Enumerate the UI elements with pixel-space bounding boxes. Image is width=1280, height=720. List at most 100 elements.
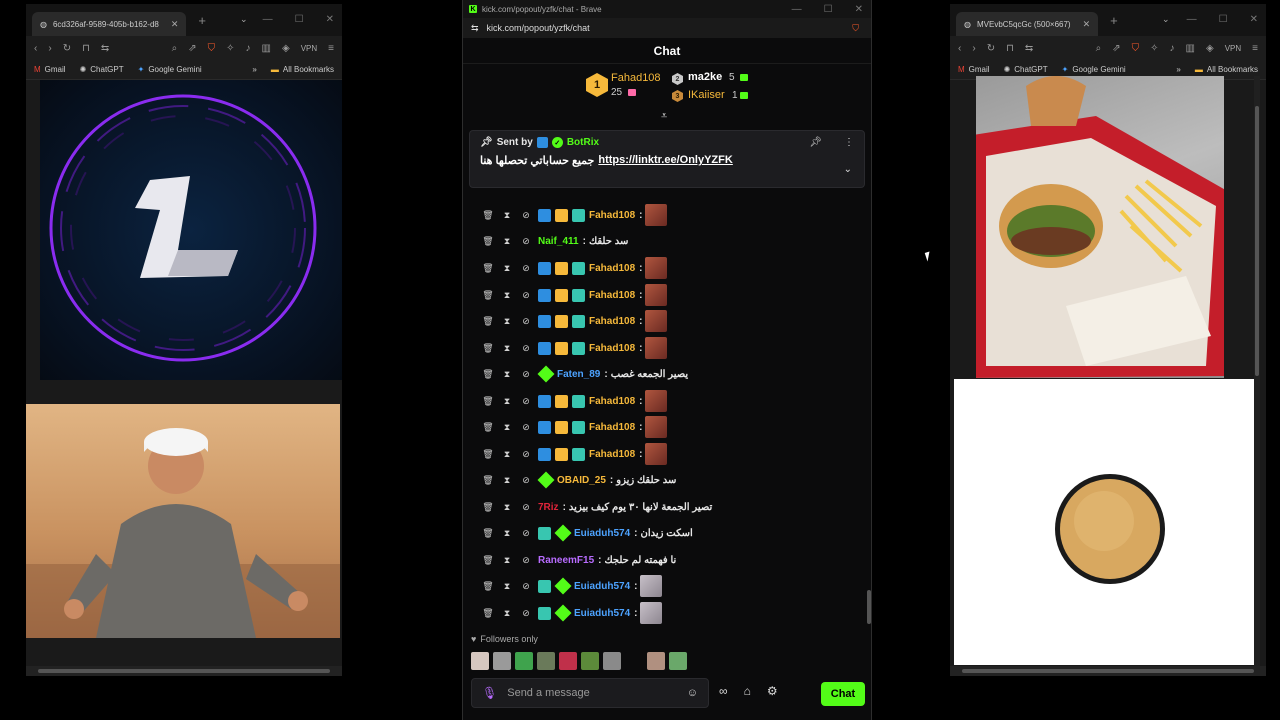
ban-icon[interactable]: ⊘ xyxy=(519,236,533,247)
bookmark-icon[interactable]: ⊓ xyxy=(82,43,90,54)
maximize-icon[interactable]: ☐ xyxy=(295,14,304,25)
emote-image[interactable] xyxy=(645,310,668,332)
chat-username[interactable]: Fahad108 xyxy=(589,449,635,460)
back-icon[interactable]: ‹ xyxy=(34,43,37,54)
emote-item[interactable] xyxy=(537,652,555,670)
emote-item[interactable] xyxy=(515,652,533,670)
extensions-icon[interactable]: ✧ xyxy=(1150,43,1158,54)
emote-item[interactable] xyxy=(669,652,687,670)
trash-icon[interactable]: 🗑︎ xyxy=(481,528,495,539)
forward-icon[interactable]: › xyxy=(48,43,51,54)
timeout-icon[interactable]: ⧗ xyxy=(500,396,514,407)
all-bookmarks[interactable]: ▬ All Bookmarks xyxy=(271,65,334,74)
vertical-scrollbar[interactable] xyxy=(1254,76,1260,666)
leader-3-name[interactable]: IKaiiser xyxy=(688,89,725,101)
trash-icon[interactable]: 🗑︎ xyxy=(481,236,495,247)
bookmark-gemini[interactable]: ✦ Google Gemini xyxy=(1062,65,1126,74)
chat-username[interactable]: Fahad108 xyxy=(589,422,635,433)
ban-icon[interactable]: ⊘ xyxy=(519,555,533,566)
timeout-icon[interactable]: ⧗ xyxy=(500,528,514,539)
brave-shield-icon[interactable]: ⛉ xyxy=(208,43,216,54)
ban-icon[interactable]: ⊘ xyxy=(519,608,533,619)
leader-1-name[interactable]: Fahad108 xyxy=(611,72,661,84)
timeout-icon[interactable]: ⧗ xyxy=(500,263,514,274)
minimize-icon[interactable]: — xyxy=(1187,14,1197,25)
bookmark-gmail[interactable]: M Gmail xyxy=(958,65,990,74)
pinned-link[interactable]: https://linktr.ee/OnlyYZFK xyxy=(598,154,732,167)
emote-image[interactable] xyxy=(645,204,668,226)
ban-icon[interactable]: ⊘ xyxy=(519,449,533,460)
chevron-down-icon[interactable]: ⌄ xyxy=(240,14,248,25)
ban-icon[interactable]: ⊘ xyxy=(519,369,533,380)
brave-shield-icon[interactable]: ⛉ xyxy=(1132,43,1140,54)
back-icon[interactable]: ‹ xyxy=(958,43,961,54)
extensions-icon[interactable]: ✧ xyxy=(226,43,234,54)
menu-icon[interactable]: ≡ xyxy=(1252,43,1258,54)
chat-username[interactable]: 7Riz xyxy=(538,502,559,513)
timeout-icon[interactable]: ⧗ xyxy=(500,290,514,301)
store-icon[interactable]: ⌂ xyxy=(744,684,751,698)
chat-username[interactable]: Fahad108 xyxy=(589,316,635,327)
chat-username[interactable]: OBAID_25 xyxy=(557,475,606,486)
close-window-icon[interactable]: ✕ xyxy=(326,14,334,25)
more-bookmarks-icon[interactable]: » xyxy=(252,65,256,74)
emote-image[interactable] xyxy=(645,443,668,465)
close-tab-icon[interactable]: ✕ xyxy=(171,19,179,30)
more-bookmarks-icon[interactable]: » xyxy=(1176,65,1180,74)
emote-image[interactable] xyxy=(645,416,668,438)
emote-image[interactable] xyxy=(645,284,668,306)
timeout-icon[interactable]: ⧗ xyxy=(500,449,514,460)
trash-icon[interactable]: 🗑︎ xyxy=(481,210,495,221)
trash-icon[interactable]: 🗑︎ xyxy=(481,581,495,592)
chat-username[interactable]: Faten_89 xyxy=(557,369,600,380)
ban-icon[interactable]: ⊘ xyxy=(519,396,533,407)
bookmark-chatgpt[interactable]: ✺ ChatGPT xyxy=(1004,65,1048,74)
collapse-icon[interactable]: ⩡ xyxy=(661,110,667,123)
ban-icon[interactable]: ⊘ xyxy=(519,343,533,354)
ban-icon[interactable]: ⊘ xyxy=(519,210,533,221)
chat-username[interactable]: Fahad108 xyxy=(589,210,635,221)
message-input[interactable] xyxy=(507,687,677,699)
ban-icon[interactable]: ⊘ xyxy=(519,475,533,486)
emote-image[interactable] xyxy=(645,257,668,279)
bookmark-gemini[interactable]: ✦ Google Gemini xyxy=(138,65,202,74)
scrollbar-thumb[interactable] xyxy=(1255,106,1259,376)
leader-2-name[interactable]: ma2ke xyxy=(688,71,722,83)
maximize-icon[interactable]: ☐ xyxy=(1219,14,1228,25)
forward-icon[interactable]: › xyxy=(972,43,975,54)
send-chat-button[interactable]: Chat xyxy=(821,682,865,706)
share-icon[interactable]: ⇗ xyxy=(1112,43,1120,54)
bookmark-gmail[interactable]: M Gmail xyxy=(34,65,66,74)
timeout-icon[interactable]: ⧗ xyxy=(500,608,514,619)
trash-icon[interactable]: 🗑︎ xyxy=(481,316,495,327)
chat-username[interactable]: Fahad108 xyxy=(589,290,635,301)
ban-icon[interactable]: ⊘ xyxy=(519,422,533,433)
tab-active[interactable]: ◍ 6cd326af-9589-405b-b162-d8 ✕ xyxy=(32,12,187,36)
sidebar-icon[interactable]: ▥ xyxy=(1186,43,1195,54)
new-tab-icon[interactable]: + xyxy=(198,13,206,28)
horizontal-scrollbar[interactable] xyxy=(950,666,1266,676)
infinity-icon[interactable]: ∞ xyxy=(719,684,728,698)
ban-icon[interactable]: ⊘ xyxy=(519,581,533,592)
trash-icon[interactable]: 🗑︎ xyxy=(481,290,495,301)
trash-icon[interactable]: 🗑︎ xyxy=(481,343,495,354)
ban-icon[interactable]: ⊘ xyxy=(519,263,533,274)
menu-icon[interactable]: ≡ xyxy=(328,43,334,54)
site-settings-icon[interactable]: ⇆ xyxy=(471,23,479,34)
emote-image[interactable] xyxy=(640,602,663,624)
timeout-icon[interactable]: ⧗ xyxy=(500,210,514,221)
trash-icon[interactable]: 🗑︎ xyxy=(481,369,495,380)
timeout-icon[interactable]: ⧗ xyxy=(500,343,514,354)
chat-username[interactable]: Fahad108 xyxy=(589,396,635,407)
scrollbar-thumb[interactable] xyxy=(962,669,1254,673)
bookmark-chatgpt[interactable]: ✺ ChatGPT xyxy=(80,65,124,74)
vpn-button[interactable]: VPN xyxy=(301,44,317,53)
emote-item[interactable] xyxy=(603,652,621,670)
timeout-icon[interactable]: ⧗ xyxy=(500,369,514,380)
trash-icon[interactable]: 🗑︎ xyxy=(481,422,495,433)
trash-icon[interactable]: 🗑︎ xyxy=(481,502,495,513)
emote-item[interactable] xyxy=(559,652,577,670)
chevron-down-icon[interactable]: ⌄ xyxy=(1162,14,1170,25)
music-icon[interactable]: ♪ xyxy=(246,43,251,54)
music-icon[interactable]: ♪ xyxy=(1170,43,1175,54)
